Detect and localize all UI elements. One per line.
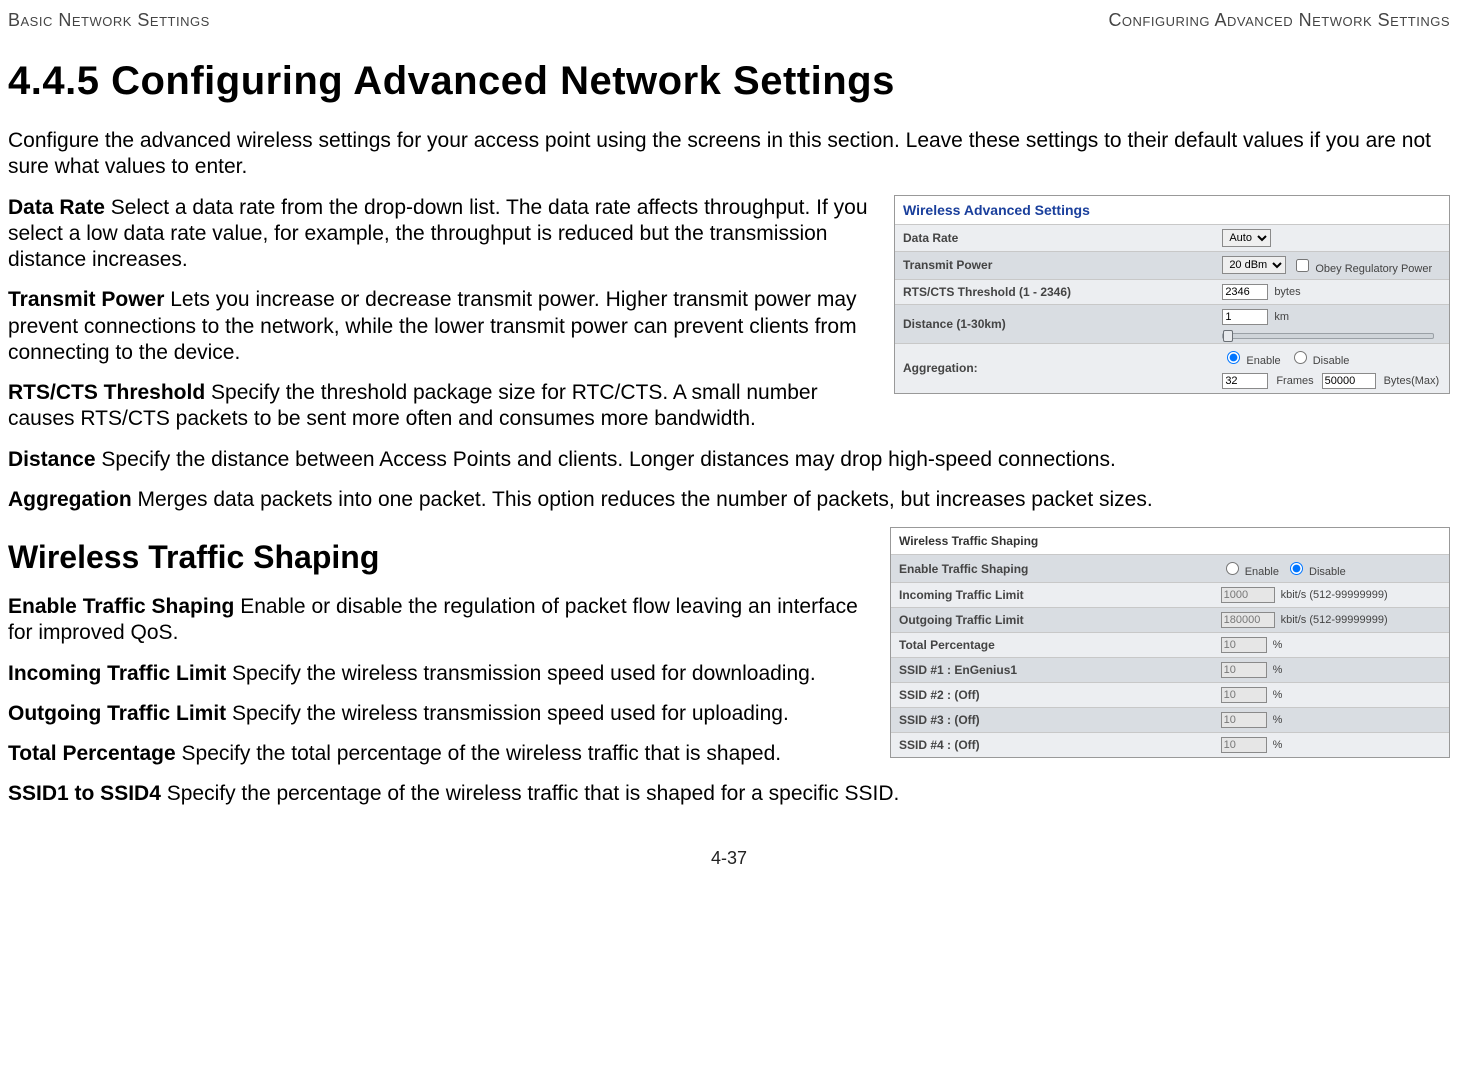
row-incoming: Incoming Traffic Limit kbit/s (512-99999… [891, 582, 1449, 607]
page-title: 4.4.5 Configuring Advanced Network Setti… [8, 59, 1450, 104]
input-ssid3[interactable] [1221, 712, 1267, 728]
term-tx-power: Transmit Power [8, 288, 164, 311]
select-data-rate[interactable]: Auto [1222, 229, 1271, 247]
shaping-enable-option[interactable]: Enable [1221, 559, 1279, 578]
label-data-rate: Data Rate [895, 226, 1216, 250]
label-transmit-power: Transmit Power [895, 253, 1216, 277]
label-enable-shaping: Enable Traffic Shaping [891, 557, 1215, 581]
label-distance: Distance (1-30km) [895, 312, 1216, 336]
input-agg-bytes[interactable] [1322, 373, 1376, 389]
intro-paragraph: Configure the advanced wireless settings… [8, 128, 1450, 181]
term-aggregation: Aggregation [8, 488, 132, 511]
shaping-disable-option[interactable]: Disable [1285, 559, 1346, 578]
input-ssid4[interactable] [1221, 737, 1267, 753]
input-incoming[interactable] [1221, 587, 1275, 603]
unit-ssid2: % [1273, 689, 1283, 701]
def-ssid: SSID1 to SSID4 Specify the percentage of… [8, 781, 1450, 807]
obey-regulatory-checkbox[interactable] [1296, 259, 1309, 272]
obey-regulatory-checkbox-label: Obey Regulatory Power [1292, 256, 1432, 275]
term-distance: Distance [8, 448, 96, 471]
label-agg-bytes: Bytes(Max) [1384, 375, 1440, 387]
obey-regulatory-text: Obey Regulatory Power [1315, 263, 1432, 275]
text-total: Specify the total percentage of the wire… [176, 742, 781, 765]
aggregation-disable-option[interactable]: Disable [1289, 348, 1350, 367]
label-rts: RTS/CTS Threshold (1 - 2346) [895, 280, 1216, 304]
term-data-rate: Data Rate [8, 196, 105, 219]
label-ssid1: SSID #1 : EnGenius1 [891, 658, 1215, 682]
header-right: Configuring Advanced Network Settings [1108, 10, 1450, 31]
row-total: Total Percentage % [891, 632, 1449, 657]
radio-agg-disable[interactable] [1294, 351, 1307, 364]
radio-agg-enable[interactable] [1227, 351, 1240, 364]
input-rts[interactable] [1222, 284, 1268, 300]
def-aggregation: Aggregation Merges data packets into one… [8, 487, 1450, 513]
select-transmit-power[interactable]: 20 dBm [1222, 256, 1286, 274]
term-incoming: Incoming Traffic Limit [8, 662, 226, 685]
label-ssid4: SSID #4 : (Off) [891, 733, 1215, 757]
term-ssid: SSID1 to SSID4 [8, 782, 161, 805]
text-aggregation: Merges data packets into one packet. Thi… [132, 488, 1153, 511]
figure-traffic-shaping: Wireless Traffic Shaping Enable Traffic … [890, 527, 1450, 758]
input-total[interactable] [1221, 637, 1267, 653]
row-aggregation: Aggregation: Enable Disable Frames Bytes… [895, 343, 1449, 393]
label-outgoing: Outgoing Traffic Limit [891, 608, 1215, 632]
row-data-rate: Data Rate Auto [895, 224, 1449, 251]
row-enable-shaping: Enable Traffic Shaping Enable Disable [891, 554, 1449, 582]
text-ssid: Specify the percentage of the wireless t… [161, 782, 900, 805]
slider-thumb-icon [1223, 330, 1233, 342]
term-rts: RTS/CTS Threshold [8, 381, 205, 404]
row-rts-threshold: RTS/CTS Threshold (1 - 2346) bytes [895, 279, 1449, 304]
radio-shape-enable[interactable] [1226, 562, 1239, 575]
term-total: Total Percentage [8, 742, 176, 765]
input-distance[interactable] [1222, 309, 1268, 325]
term-outgoing: Outgoing Traffic Limit [8, 702, 226, 725]
text-data-rate: Select a data rate from the drop-down li… [8, 196, 868, 272]
text-distance: Specify the distance between Access Poin… [96, 448, 1116, 471]
text-outgoing: Specify the wireless transmission speed … [226, 702, 789, 725]
running-header: Basic Network Settings Configuring Advan… [8, 10, 1450, 31]
figure-wireless-advanced: Wireless Advanced Settings Data Rate Aut… [894, 195, 1450, 394]
row-distance: Distance (1-30km) km [895, 304, 1449, 343]
row-ssid3: SSID #3 : (Off) % [891, 707, 1449, 732]
page-number: 4-37 [8, 848, 1450, 869]
label-aggregation: Aggregation: [895, 356, 1216, 380]
label-agg-frames: Frames [1276, 375, 1313, 387]
unit-ssid4: % [1273, 739, 1283, 751]
input-ssid1[interactable] [1221, 662, 1267, 678]
text-incoming: Specify the wireless transmission speed … [226, 662, 815, 685]
figure2-title: Wireless Traffic Shaping [891, 528, 1449, 554]
figure1-title: Wireless Advanced Settings [895, 196, 1449, 224]
unit-ssid1: % [1273, 664, 1283, 676]
unit-distance: km [1274, 311, 1289, 323]
label-incoming: Incoming Traffic Limit [891, 583, 1215, 607]
aggregation-enable-option[interactable]: Enable [1222, 348, 1280, 367]
term-enable-shaping: Enable Traffic Shaping [8, 595, 234, 618]
row-ssid1: SSID #1 : EnGenius1 % [891, 657, 1449, 682]
label-total: Total Percentage [891, 633, 1215, 657]
unit-incoming: kbit/s (512-99999999) [1281, 589, 1388, 601]
row-outgoing: Outgoing Traffic Limit kbit/s (512-99999… [891, 607, 1449, 632]
unit-ssid3: % [1273, 714, 1283, 726]
def-distance: Distance Specify the distance between Ac… [8, 447, 1450, 473]
input-agg-frames[interactable] [1222, 373, 1268, 389]
radio-shape-disable[interactable] [1290, 562, 1303, 575]
row-transmit-power: Transmit Power 20 dBm Obey Regulatory Po… [895, 251, 1449, 279]
row-ssid4: SSID #4 : (Off) % [891, 732, 1449, 757]
input-outgoing[interactable] [1221, 612, 1275, 628]
slider-distance[interactable] [1222, 333, 1434, 339]
header-left: Basic Network Settings [8, 10, 210, 31]
unit-outgoing: kbit/s (512-99999999) [1281, 614, 1388, 626]
input-ssid2[interactable] [1221, 687, 1267, 703]
row-ssid2: SSID #2 : (Off) % [891, 682, 1449, 707]
label-ssid2: SSID #2 : (Off) [891, 683, 1215, 707]
unit-rts: bytes [1274, 286, 1300, 298]
label-ssid3: SSID #3 : (Off) [891, 708, 1215, 732]
unit-total: % [1273, 639, 1283, 651]
